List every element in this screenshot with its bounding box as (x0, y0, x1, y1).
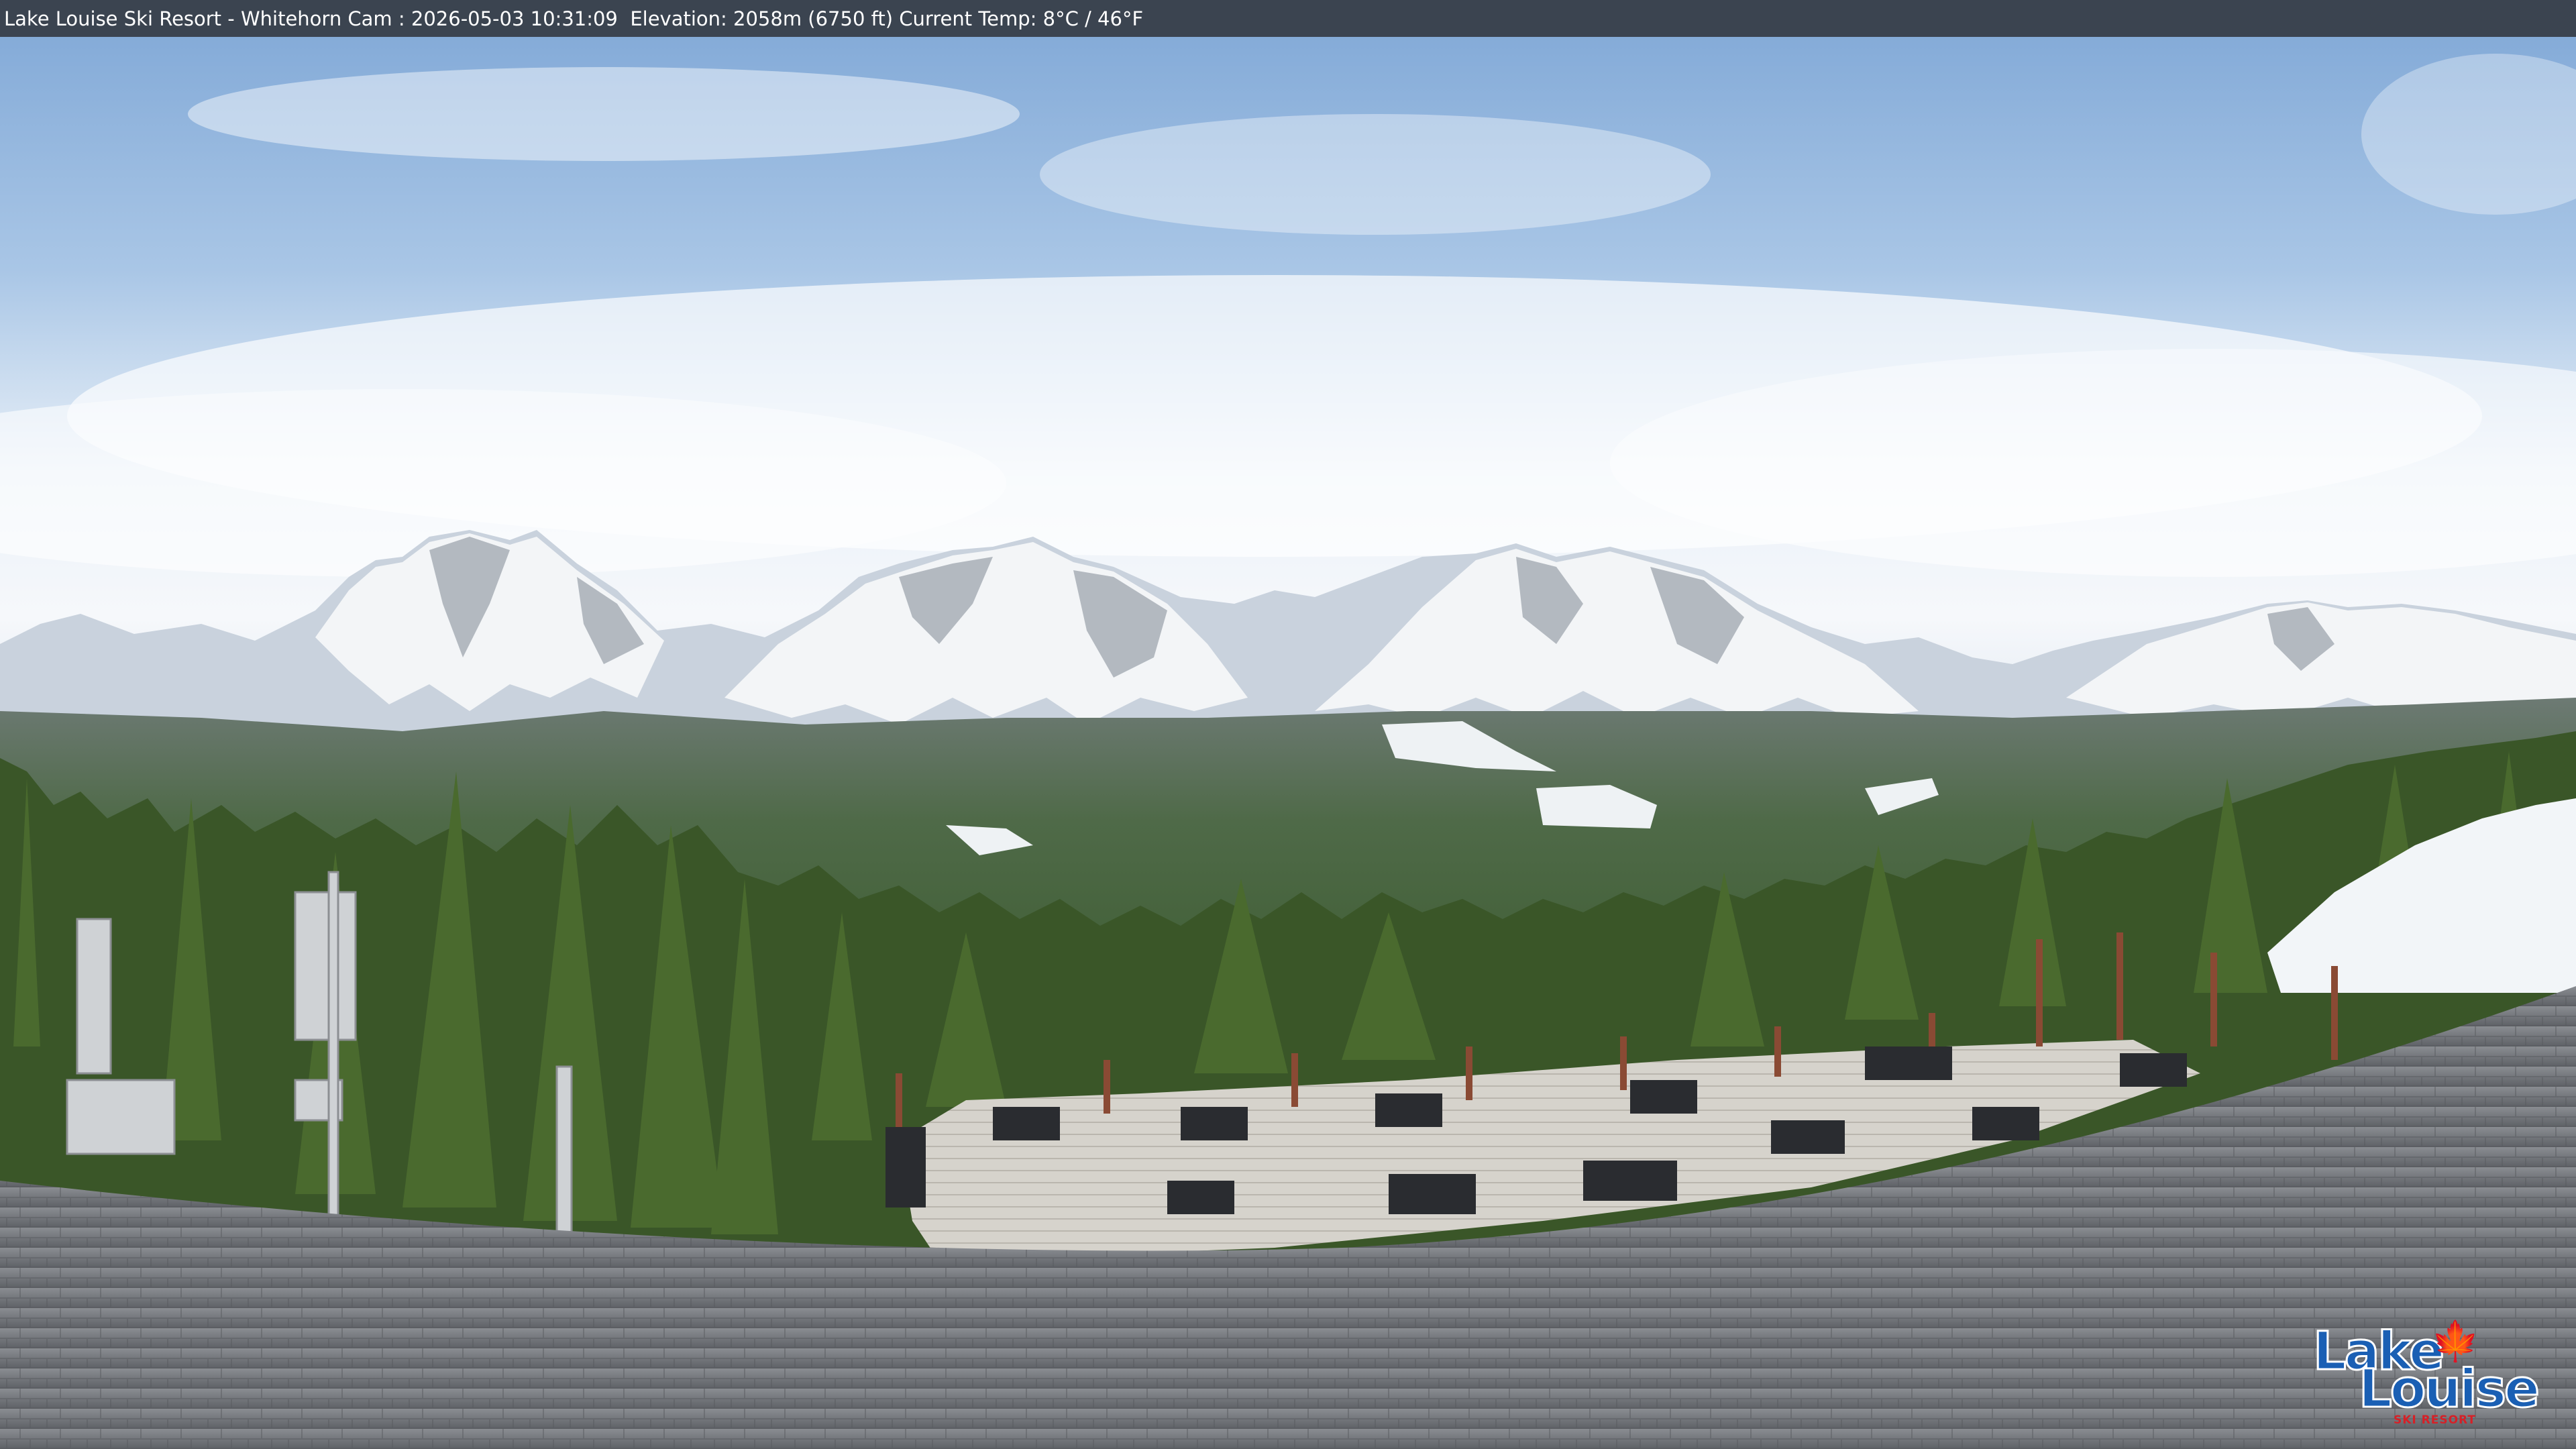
maple-leaf-icon: 🍁 (2431, 1318, 2480, 1364)
caption-bar: Lake Louise Ski Resort - Whitehorn Cam :… (0, 0, 2576, 37)
logo-subtitle: SKI RESORT (2394, 1413, 2476, 1427)
lake-louise-logo: Lake 🍁 Louise SKI RESORT (2312, 1321, 2540, 1427)
logo-line2: Louise (2358, 1359, 2541, 1419)
webcam-scene (0, 0, 2576, 1449)
caption-text: Lake Louise Ski Resort - Whitehorn Cam :… (4, 7, 1144, 30)
